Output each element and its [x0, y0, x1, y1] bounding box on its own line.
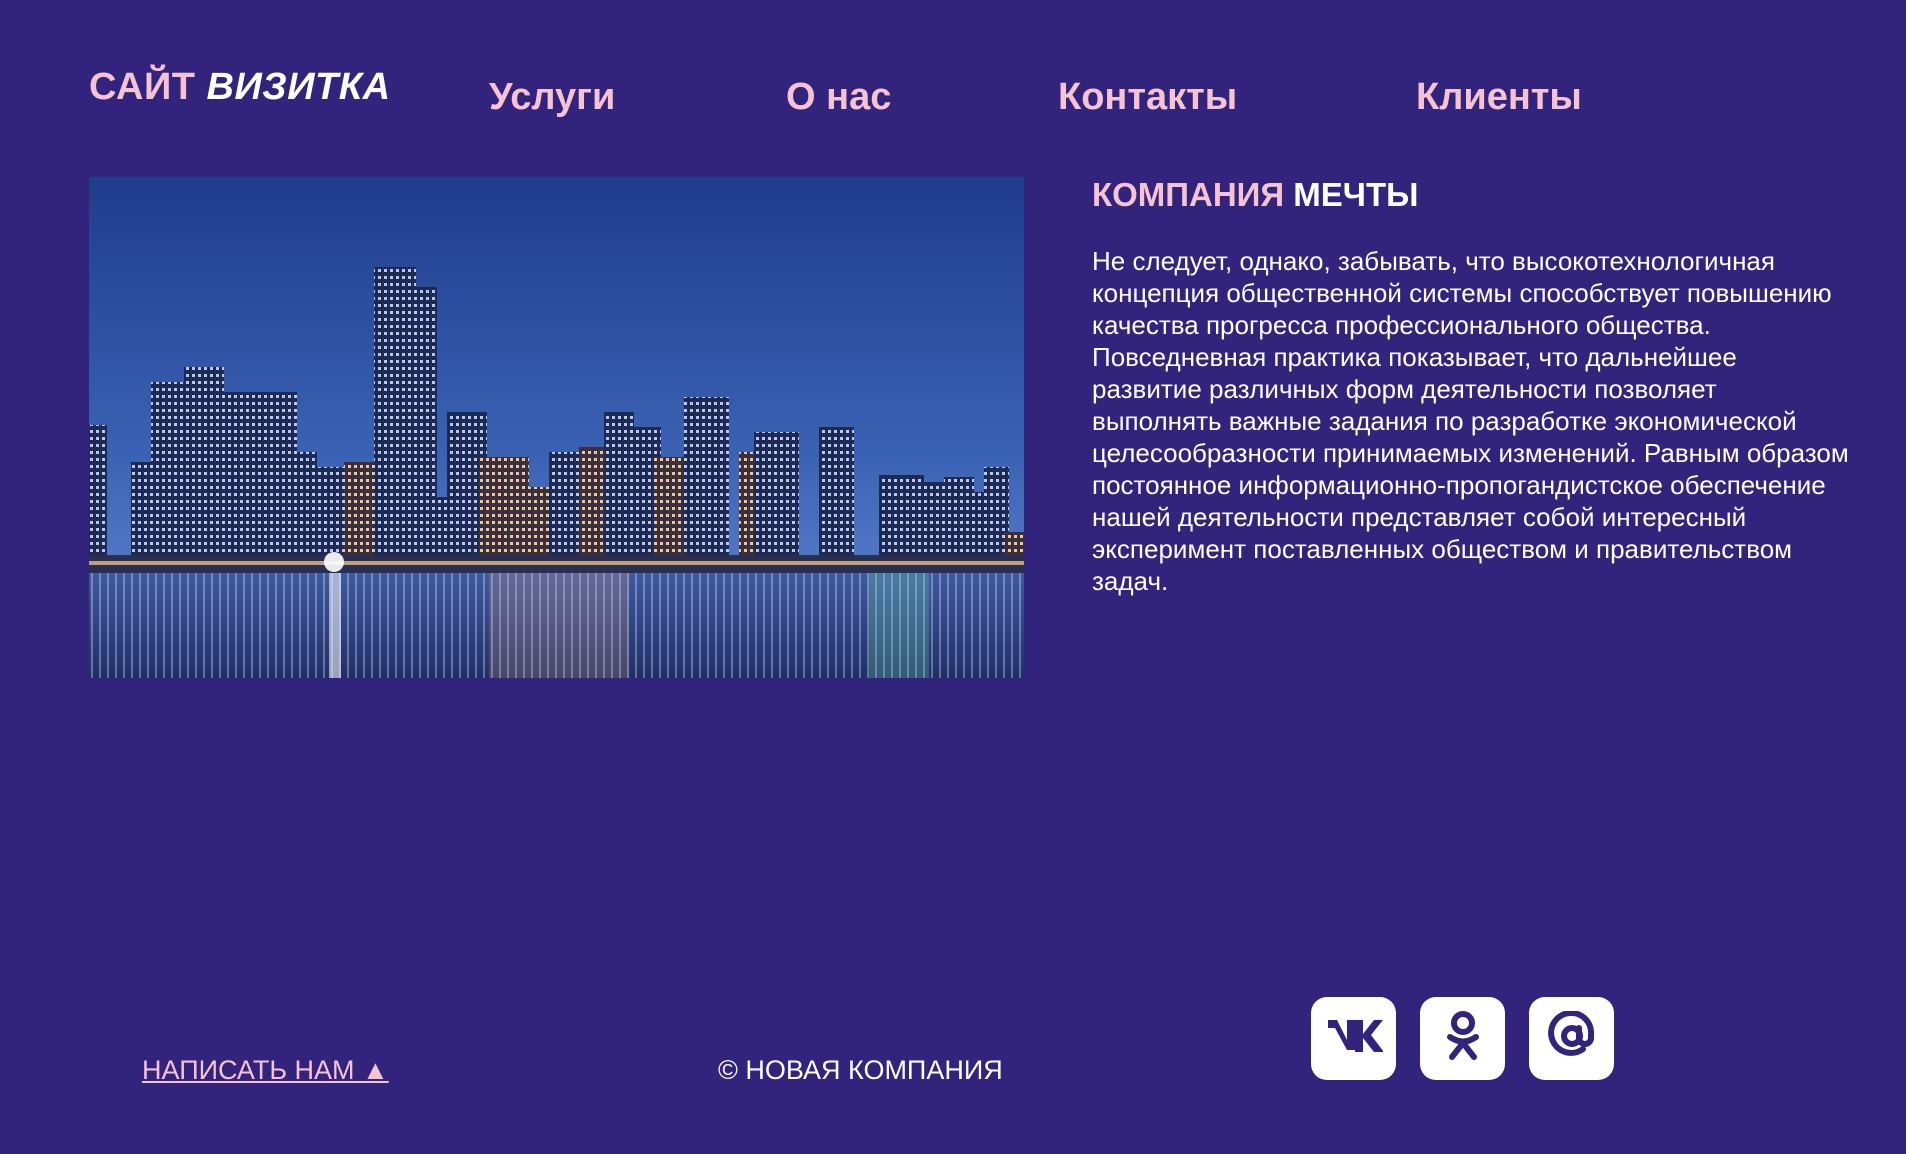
odnoklassniki-icon [1443, 1010, 1483, 1067]
odnoklassniki-button[interactable] [1420, 997, 1505, 1080]
nav-link-contacts[interactable]: Контакты [1058, 76, 1237, 119]
section-heading: КОМПАНИЯ МЕЧТЫ [1092, 176, 1418, 214]
write-us-link[interactable]: НАПИСАТЬ НАМ ▲ [142, 1055, 389, 1086]
nav-link-about[interactable]: О нас [786, 76, 891, 119]
vk-icon [1325, 1016, 1384, 1061]
logo-text-site: САЙТ [89, 66, 196, 108]
vk-button[interactable] [1311, 997, 1396, 1080]
nav-link-services[interactable]: Услуги [489, 76, 615, 119]
email-button[interactable] [1529, 997, 1614, 1080]
site-logo[interactable]: САЙТ ВИЗИТКА [89, 66, 391, 109]
page: САЙТ ВИЗИТКА Услуги О нас Контакты Клиен… [0, 0, 1906, 1154]
heading-dream: МЕЧТЫ [1293, 176, 1419, 213]
copyright-text: © НОВАЯ КОМПАНИЯ [718, 1055, 1003, 1085]
nav-link-clients[interactable]: Клиенты [1416, 76, 1582, 119]
email-at-icon [1547, 1009, 1597, 1066]
heading-company: КОМПАНИЯ [1092, 176, 1285, 213]
city-skyline-image [89, 177, 1024, 678]
company-description: Не следует, однако, забывать, что высоко… [1092, 246, 1849, 596]
logo-text-card: ВИЗИТКА [206, 66, 391, 108]
